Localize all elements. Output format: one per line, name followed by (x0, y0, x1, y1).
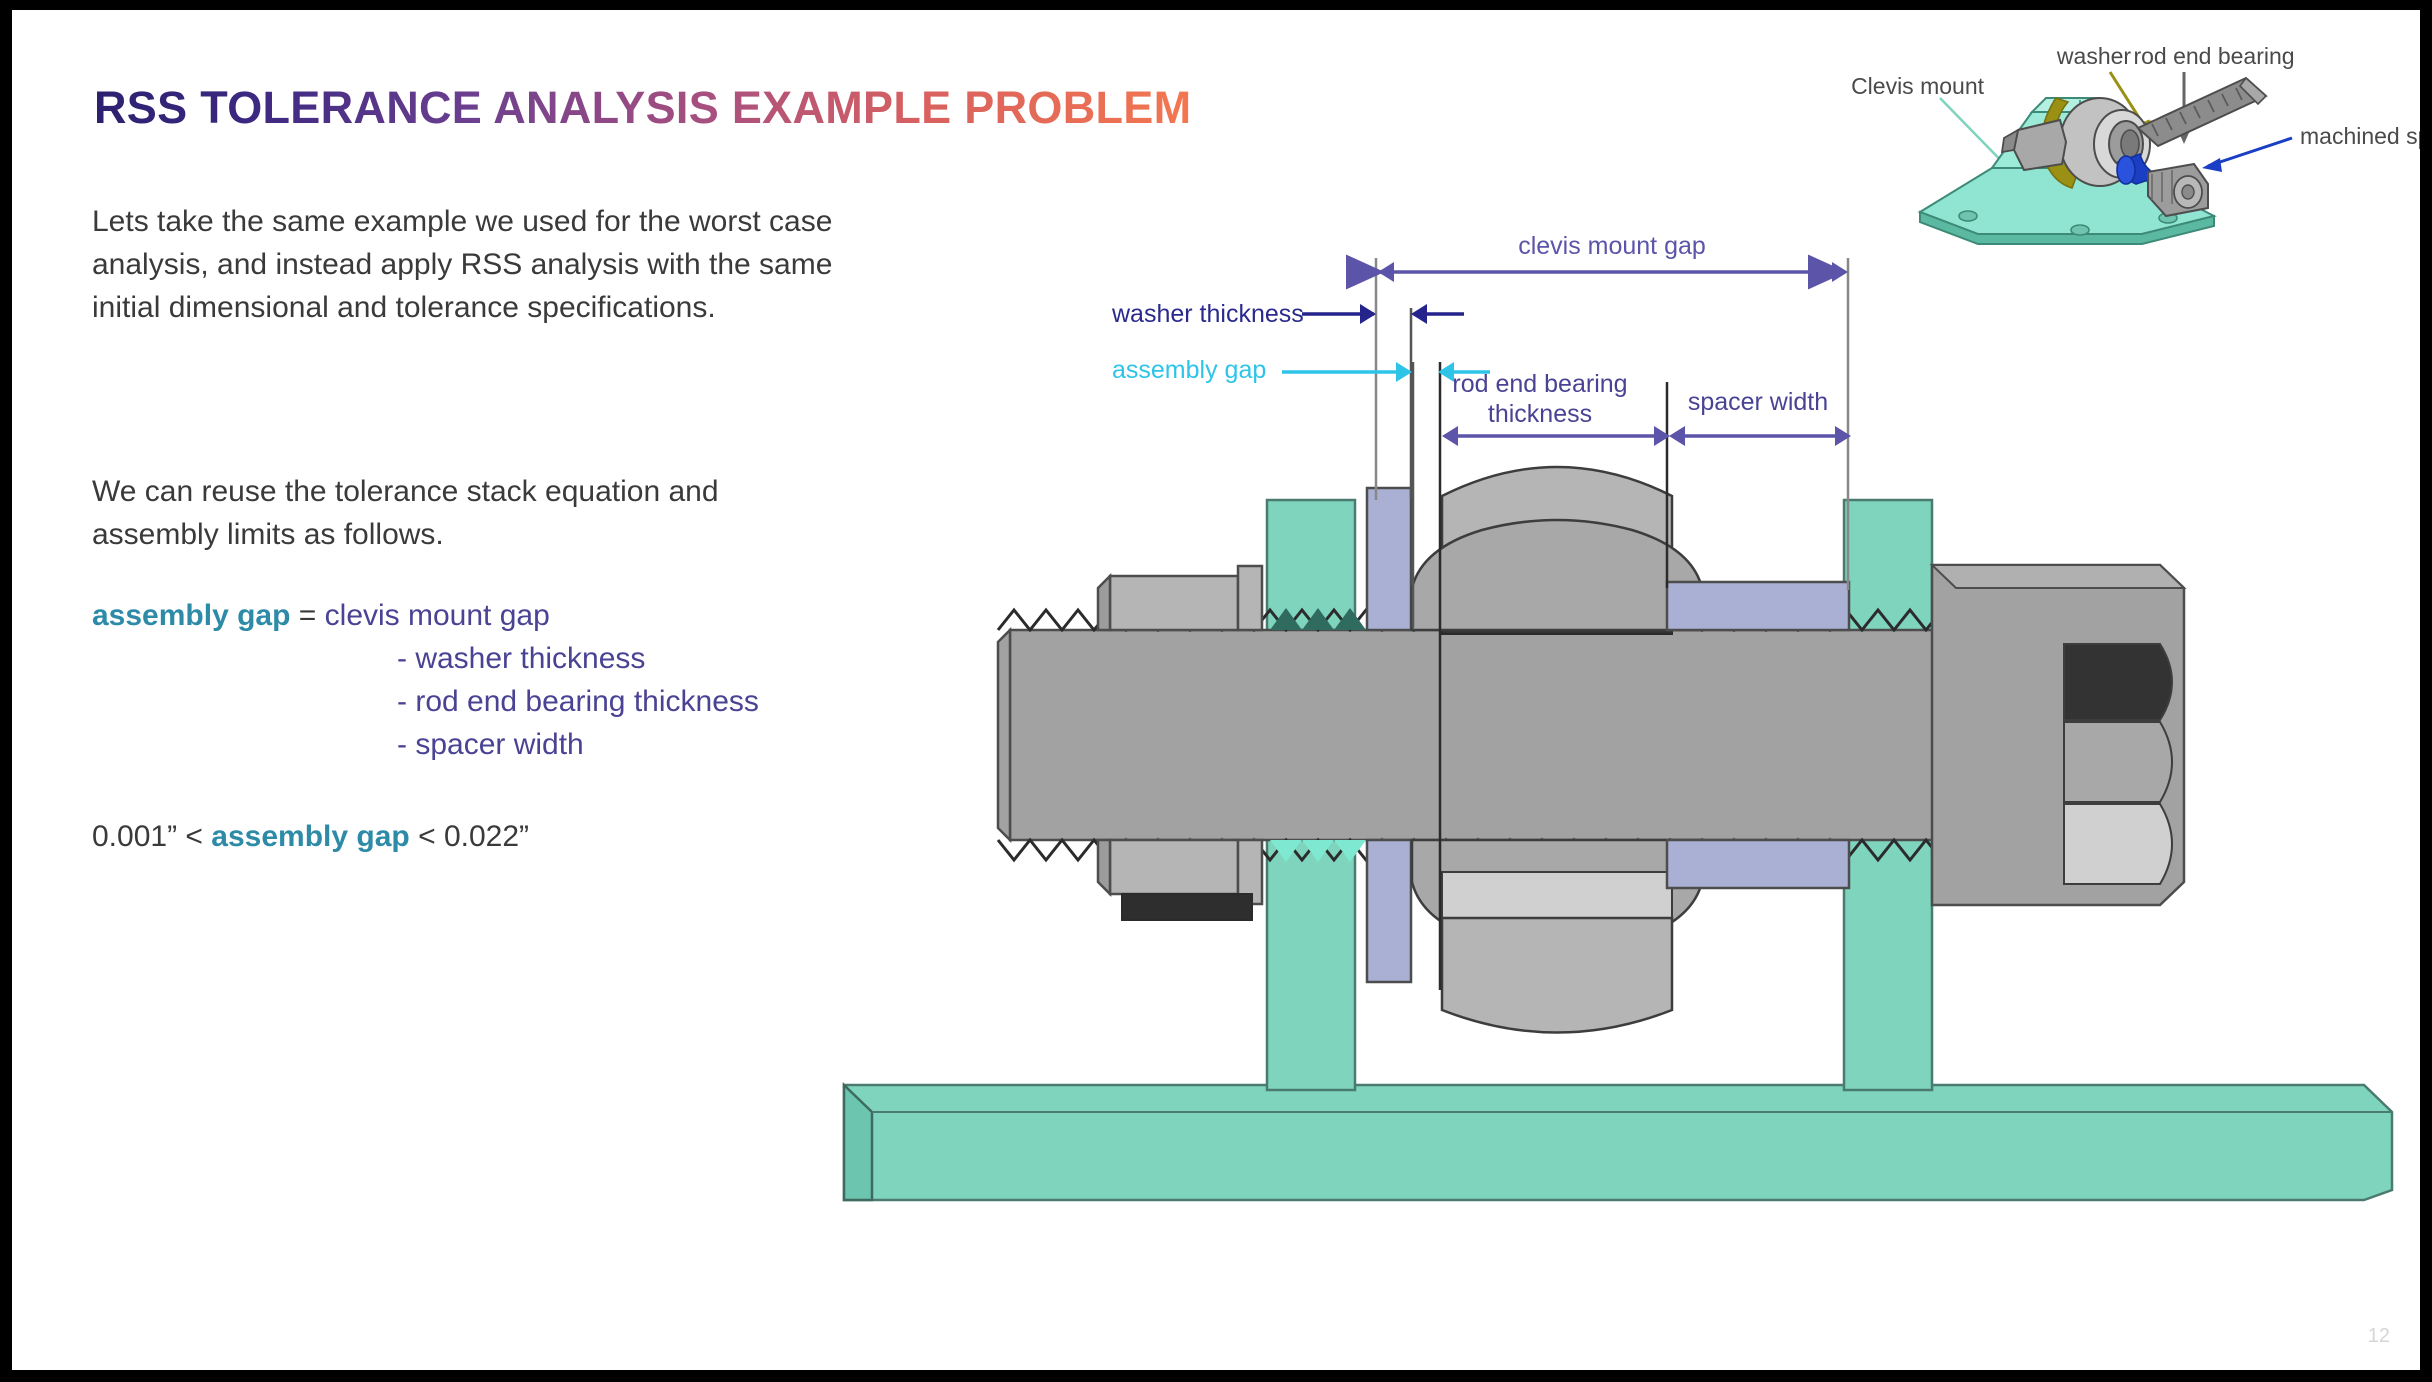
assembly-geometry (842, 465, 2394, 1202)
dimension-label-assembly-gap: assembly gap (1112, 356, 1266, 384)
isometric-assembly-thumbnail: washer rod end bearing Clevis mount mach… (1822, 20, 2420, 245)
dimension-rod-end-bearing-thickness: rod end bearing thickness (1442, 370, 1670, 446)
dimension-label-bearing-line2: thickness (1488, 400, 1592, 428)
dimension-label-bearing-line1: rod end bearing (1452, 370, 1627, 398)
thumbnail-label-washer: washer (2056, 43, 2131, 69)
dimension-label-clevis-mount-gap: clevis mount gap (1518, 232, 1706, 260)
rod-end-bearing-outer-race-bottom (1440, 871, 1674, 1034)
hex-nut (1929, 563, 2187, 907)
clevis-base-plate (842, 1082, 2394, 1202)
rod-collar-bottom (1096, 838, 1264, 921)
dimension-label-washer-thickness: washer thickness (1111, 300, 1304, 328)
washer-top (1365, 486, 1413, 632)
machined-spacer-top (1665, 580, 1851, 632)
dimension-label-spacer-width: spacer width (1688, 388, 1828, 416)
thumbnail-threaded-rod (2136, 76, 2268, 148)
page-number: 12 (2367, 1325, 2390, 1347)
washer-bottom (1365, 838, 1413, 984)
machined-spacer-bottom (1665, 838, 1851, 890)
thumbnail-label-clevis-mount: Clevis mount (1851, 73, 1985, 99)
thumbnail-label-machined-spacer: machined spacer (2300, 123, 2420, 149)
dimension-assembly-gap: assembly gap (1112, 356, 1490, 384)
rod-collar-top (1096, 564, 1264, 632)
thumbnail-label-rod-end-bearing: rod end bearing (2133, 43, 2294, 69)
dimension-clevis-mount-gap: clevis mount gap (1346, 232, 1848, 290)
slide-canvas: RSS TOLERANCE ANALYSIS EXAMPLE PROBLEM L… (12, 10, 2420, 1370)
dimension-spacer-width: spacer width (1669, 388, 1851, 446)
